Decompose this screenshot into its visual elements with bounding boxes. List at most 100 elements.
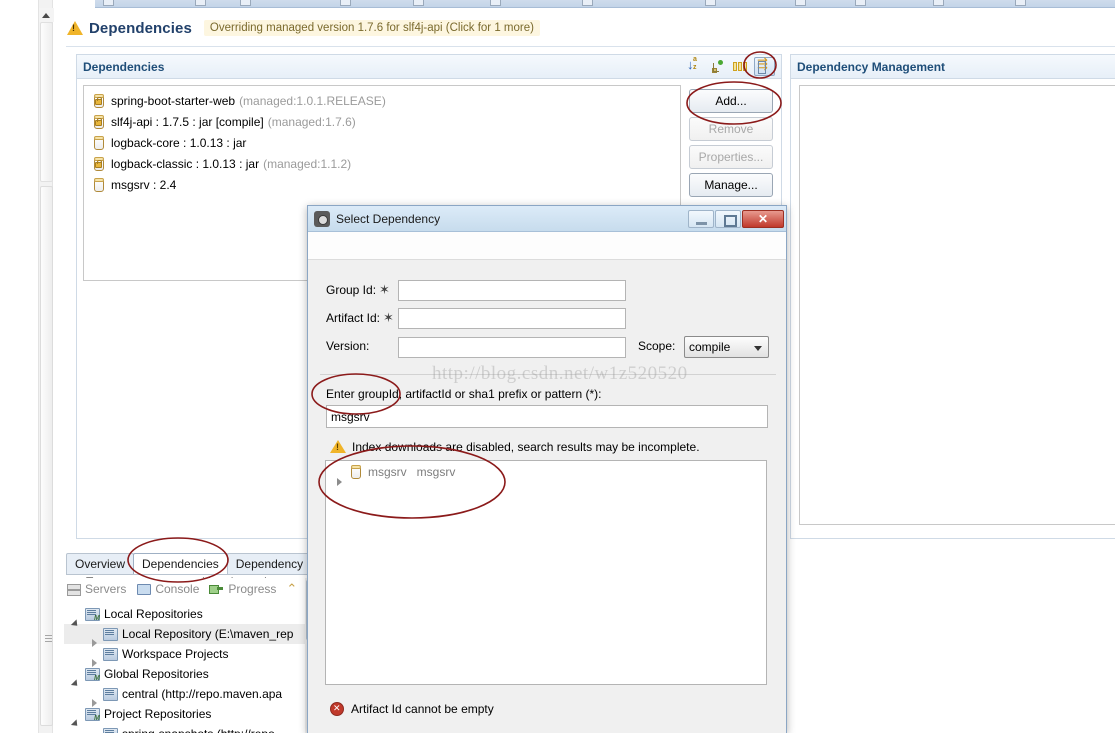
index-warning: Index downloads are disabled, search res… [330,439,700,454]
index-warning-text: Index downloads are disabled, search res… [352,439,700,454]
maximize-button[interactable] [715,209,741,228]
dependencies-button-column: Add... Remove Properties... Manage... [689,89,773,201]
list-item[interactable]: msgsrv msgsrv [326,461,766,486]
close-button[interactable]: ✕ [742,209,784,228]
tree-row-label: Global Repositories [104,667,209,681]
dependencies-section-header: Dependencies [77,55,781,79]
repository-icon [102,627,118,641]
manage-button[interactable]: Manage... [689,173,773,197]
tree-row[interactable]: Local Repository (E:\maven_rep [64,624,314,647]
jar-icon [91,135,106,151]
dialog-title: Select Dependency [336,211,441,226]
scroll-up-arrow-icon[interactable] [39,8,54,22]
header-divider [66,46,1115,47]
list-item[interactable]: logback-core : 1.0.13 : jar [88,132,680,153]
chevron-down-icon [754,346,762,351]
group-id-label: Group Id: [326,283,377,297]
columns-icon[interactable] [733,59,747,75]
jar-locked-icon [91,156,106,172]
group-id-input[interactable] [398,280,626,301]
dependency-managed-version: (managed:1.1.2) [263,156,352,171]
servers-icon [66,582,81,596]
page-title: Dependencies [89,19,192,37]
list-item[interactable]: spring-boot-starter-web (managed:1.0.1.R… [88,90,680,111]
artifact-id-row: Artifact Id: ✶ [326,310,394,326]
tab-console-label: Console [155,582,200,596]
jar-locked-icon [91,93,106,109]
minimize-button[interactable] [688,209,714,228]
dependency-management-list[interactable] [799,85,1115,525]
result-artifact-id: msgsrv [368,465,407,479]
repository-master-icon: M [84,707,100,722]
dependency-managed-version: (managed:1.7.6) [267,114,356,129]
tree-row[interactable]: M Local Repositories [64,604,314,624]
tree-row-label: central (http://repo.maven.apa [122,687,283,701]
add-button[interactable]: Add... [689,89,773,113]
bottom-view-panel: Servers Console Progress ⌃ M Local Repos… [60,578,314,733]
tree-row-label: Workspace Projects [122,647,229,661]
search-results-list[interactable]: msgsrv msgsrv [325,460,767,685]
tree-row[interactable]: spring-snapshots (http://repo [64,724,314,733]
tree-row[interactable]: M Global Repositories [64,664,314,684]
dependency-management-section: Dependency Management [790,54,1115,539]
remove-button[interactable]: Remove [689,117,773,141]
tab-progress-label: Progress [228,582,277,596]
sort-az-icon[interactable] [687,56,703,75]
maven-repositories-tree[interactable]: M Local Repositories Local Repository (E… [64,604,314,733]
group-id-row: Group Id: ✶ [326,282,390,298]
tree-row-label: Local Repositories [104,607,203,621]
scope-selected-value: compile [689,340,731,354]
maven-dialog-icon [314,210,330,227]
repository-icon [102,647,118,661]
properties-button[interactable]: Properties... [689,145,773,169]
scope-row: Scope: [638,339,675,353]
artifact-id-required-marker: ✶ [383,310,394,325]
tree-row[interactable]: M Project Repositories [64,704,314,724]
editor-tab-row: Overview Dependencies Dependency H [66,552,325,574]
tree-row[interactable]: Workspace Projects [64,644,314,667]
dependency-name: spring-boot-starter-web [111,93,236,108]
tab-console[interactable]: Console [136,582,199,596]
jar-icon [91,177,106,193]
search-hint-label: Enter groupId, artifactId or sha1 prefix… [326,387,602,401]
version-row: Version: [326,339,369,353]
form-header: Dependencies Overriding managed version … [66,14,1115,42]
list-item[interactable]: msgsrv : 2.4 [88,174,680,195]
jar-locked-icon [91,114,106,130]
version-input[interactable] [398,337,626,358]
repository-icon [102,727,118,733]
version-label: Version: [326,339,370,353]
dependency-name: logback-classic : 1.0.13 : jar [111,156,260,171]
artifact-id-input[interactable] [398,308,626,329]
dependency-managed-version: (managed:1.0.1.RELEASE) [239,93,386,108]
scrollbar-thumb-lower[interactable] [40,186,53,726]
managed-version-notice[interactable]: Overriding managed version 1.7.6 for slf… [203,20,540,36]
scope-select[interactable]: compile [684,336,769,358]
search-input[interactable] [326,405,768,428]
overflow-chevron-icon[interactable]: ⌃ [286,581,297,597]
dependency-management-header: Dependency Management [791,55,1115,79]
dependency-management-title: Dependency Management [797,59,946,74]
scrollbar-thumb-upper[interactable] [40,22,53,182]
scrollbar-grip-icon [45,635,52,644]
hierarchy-icon[interactable] [710,59,726,75]
console-icon [136,582,152,596]
tab-servers[interactable]: Servers [66,582,126,596]
watermark: http://blog.csdn.net/w1z520520 [432,363,688,384]
dialog-error-text: Artifact Id cannot be empty [351,702,494,716]
flat-layout-icon[interactable] [754,56,775,76]
screen-root: Dependencies Overriding managed version … [0,0,1115,733]
dialog-titlebar[interactable]: Select Dependency ✕ [308,206,786,232]
cutoff-toolbar-strip [95,0,1115,8]
dependencies-section-toolbar [687,56,775,76]
tab-overview[interactable]: Overview [66,553,135,574]
warning-icon [330,439,347,454]
tab-dependencies[interactable]: Dependencies [133,553,228,574]
group-id-required-marker: ✶ [379,282,390,297]
editor-vertical-scrollbar[interactable] [38,0,54,733]
list-item[interactable]: slf4j-api : 1.7.5 : jar [compile] (manag… [88,111,680,132]
dependencies-section-title: Dependencies [83,59,165,74]
tree-row[interactable]: central (http://repo.maven.apa [64,684,314,707]
list-item[interactable]: logback-classic : 1.0.13 : jar (managed:… [88,153,680,174]
tab-progress[interactable]: Progress [209,582,276,596]
